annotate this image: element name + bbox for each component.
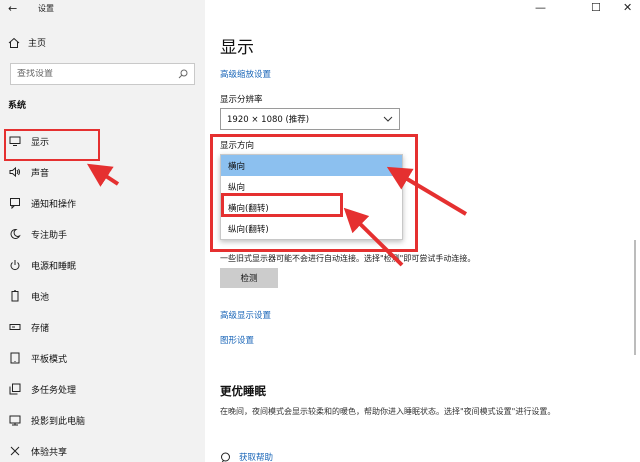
sidebar-item-label: 多任务处理 [31, 385, 77, 396]
sidebar-item-multitasking[interactable]: 多任务处理 [0, 378, 205, 400]
detect-button[interactable]: 检测 [220, 268, 278, 288]
help-chat-icon [221, 452, 230, 462]
sidebar-item-focus-assist[interactable]: 专注助手 [0, 223, 205, 245]
sleep-description: 在晚间，夜间模式会显示较柔和的暖色，帮助你进入睡眠状态。选择"夜间模式设置"进行… [220, 407, 556, 416]
sidebar-item-power[interactable]: 电源和睡眠 [0, 254, 205, 276]
resolution-select[interactable]: 1920 × 1080 (推荐) [220, 108, 400, 130]
window-title: 设置 [38, 4, 54, 13]
storage-icon [9, 324, 21, 330]
back-arrow-icon[interactable]: ← [8, 2, 17, 15]
sidebar: ← 设置 主页 系统 显示 声音 通知和操作 专注助手 电源和睡眠 电池 存储 … [0, 0, 205, 462]
tablet-icon [10, 352, 20, 364]
sidebar-item-label: 电池 [31, 292, 50, 303]
sidebar-item-label: 声音 [31, 168, 50, 179]
page-title: 显示 [220, 38, 254, 58]
advanced-display-link[interactable]: 高级显示设置 [220, 309, 271, 321]
sidebar-item-project[interactable]: 投影到此电脑 [0, 409, 205, 431]
sidebar-item-sound[interactable]: 声音 [0, 161, 205, 183]
speaker-icon [9, 166, 20, 178]
chevron-down-icon [383, 116, 393, 122]
resolution-label: 显示分辨率 [220, 95, 263, 105]
moon-icon [10, 228, 21, 239]
sidebar-item-label: 体验共享 [31, 447, 68, 458]
sidebar-item-label: 通知和操作 [31, 199, 77, 210]
nav-home[interactable]: 主页 [8, 36, 46, 49]
sidebar-item-tablet-mode[interactable]: 平板模式 [0, 347, 205, 369]
sidebar-item-battery[interactable]: 电池 [0, 285, 205, 307]
search-box[interactable] [10, 63, 195, 85]
search-icon [178, 69, 188, 79]
sidebar-item-label: 投影到此电脑 [31, 416, 86, 427]
sidebar-item-label: 存储 [31, 323, 50, 334]
resolution-value: 1920 × 1080 (推荐) [227, 115, 310, 125]
annotation-box-flipped-option [221, 193, 343, 217]
help-row[interactable]: 获取帮助 [220, 451, 273, 462]
project-icon [9, 415, 21, 426]
help-link[interactable]: 获取帮助 [239, 451, 273, 462]
share-icon [10, 446, 20, 456]
maximize-icon[interactable]: ☐ [591, 1, 601, 14]
minimize-icon[interactable]: — [535, 1, 546, 14]
sidebar-item-label: 平板模式 [31, 354, 68, 365]
search-input[interactable] [17, 69, 178, 79]
scrollbar-thumb[interactable] [634, 240, 636, 355]
home-icon [8, 37, 20, 48]
nav-home-label: 主页 [28, 39, 47, 49]
battery-icon [11, 290, 19, 302]
close-icon[interactable]: ✕ [623, 1, 632, 14]
sidebar-item-storage[interactable]: 存储 [0, 316, 205, 338]
advanced-scaling-link[interactable]: 高级缩放设置 [220, 68, 271, 80]
power-icon [10, 260, 20, 271]
section-heading-system: 系统 [8, 101, 27, 111]
notification-icon [10, 198, 20, 209]
sidebar-item-shared-experiences[interactable]: 体验共享 [0, 440, 205, 462]
sidebar-item-label: 专注助手 [31, 230, 68, 241]
sidebar-item-notifications[interactable]: 通知和操作 [0, 192, 205, 214]
annotation-box-display [4, 129, 100, 161]
sleep-heading: 更优睡眠 [220, 384, 266, 398]
multitask-icon [9, 383, 21, 395]
detect-description: 一些旧式显示器可能不会进行自动连接。选择"检测"即可尝试手动连接。 [220, 254, 476, 263]
sidebar-item-label: 电源和睡眠 [31, 261, 77, 272]
graphics-settings-link[interactable]: 图形设置 [220, 334, 254, 346]
